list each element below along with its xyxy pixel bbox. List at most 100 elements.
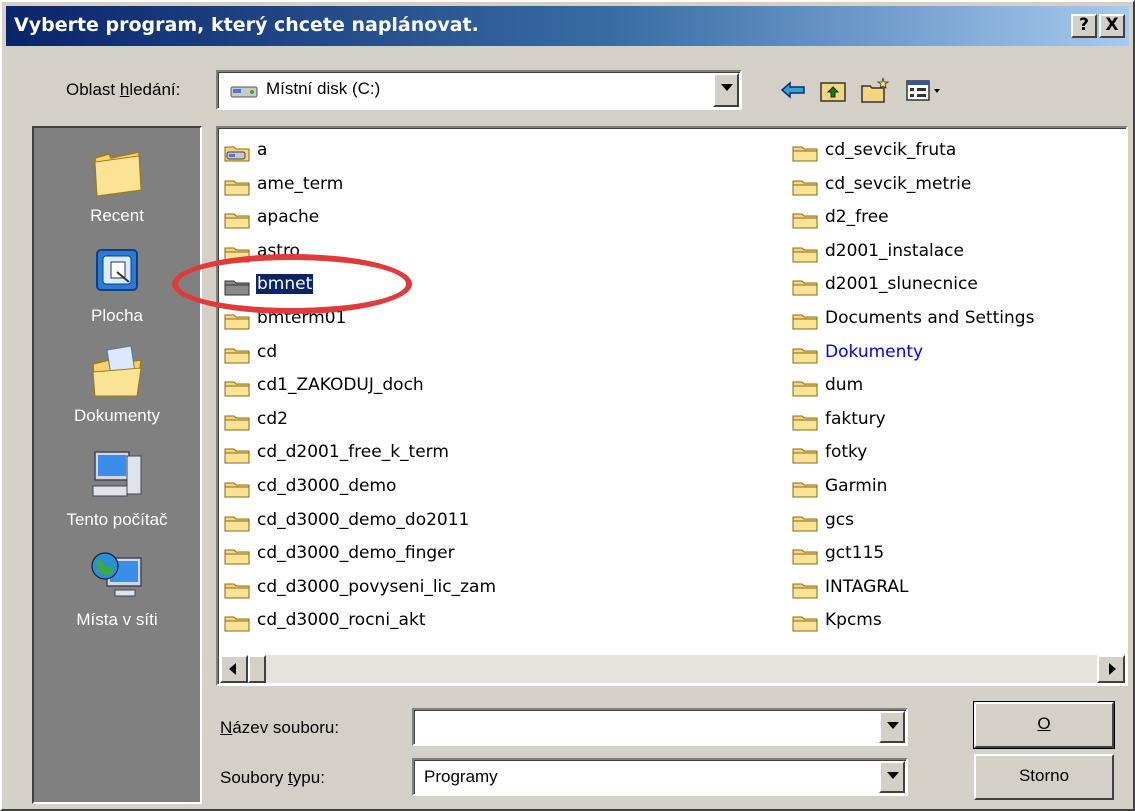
folder-icon xyxy=(792,381,818,397)
folder-icon xyxy=(224,348,250,364)
file-item-name: Garmin xyxy=(825,475,888,496)
place-recent-label: Recent xyxy=(90,206,144,225)
drive-folder-icon xyxy=(224,146,250,162)
lookin-dropdown[interactable]: Místní disk (C:) xyxy=(216,70,742,110)
file-item-name: cd2 xyxy=(257,408,288,429)
new-folder-icon[interactable] xyxy=(860,76,890,104)
file-item-name: cd xyxy=(257,341,278,362)
place-desktop-label: Plocha xyxy=(91,306,143,325)
open-button[interactable]: Otevřít xyxy=(973,701,1115,773)
file-item-name: faktury xyxy=(825,408,886,429)
folder-icon xyxy=(792,213,818,229)
folder-icon xyxy=(792,348,818,364)
file-item-name: Kpcms xyxy=(825,610,882,631)
place-network[interactable]: Místa v síti xyxy=(34,546,200,630)
folder-icon xyxy=(792,516,818,532)
filename-label: Název souboru: xyxy=(220,718,340,737)
file-item-name: cd_d3000_rocni_akt xyxy=(257,610,426,631)
folder-icon xyxy=(224,314,250,330)
file-item-name: apache xyxy=(257,207,320,228)
folder-icon xyxy=(792,247,818,263)
my-computer-icon xyxy=(92,451,142,497)
filename-dropdown-arrow[interactable] xyxy=(879,711,905,743)
folder-icon xyxy=(792,583,818,599)
file-item-name: gct115 xyxy=(825,543,885,564)
folder-icon xyxy=(224,180,250,196)
folder-icon xyxy=(792,146,818,162)
folder-icon xyxy=(792,180,818,196)
help-button[interactable]: ? xyxy=(1071,14,1097,38)
file-item-name: ame_term xyxy=(257,173,344,194)
file-item-name: cd_d3000_demo xyxy=(257,475,397,496)
file-item-name: a xyxy=(257,140,268,160)
window-title: Vyberte program, který chcete naplánovat… xyxy=(14,14,479,36)
folder-icon xyxy=(224,280,250,296)
folder-icon xyxy=(224,549,250,565)
place-documents-label: Dokumenty xyxy=(74,406,160,425)
filetype-value: Programy xyxy=(424,767,498,786)
filetype-dropdown-arrow[interactable] xyxy=(879,761,905,793)
scroll-thumb[interactable] xyxy=(248,655,266,683)
file-item-name: Documents and Settings xyxy=(825,307,1035,328)
file-item-name: cd_sevcik_fruta xyxy=(825,140,957,160)
lookin-label: Oblast hledání: xyxy=(66,80,181,99)
folder-icon xyxy=(792,448,818,464)
file-item-name: INTAGRAL xyxy=(825,576,909,597)
place-network-label: Místa v síti xyxy=(76,610,158,629)
file-item-name: d2001_slunecnice xyxy=(825,274,978,295)
lookin-value: Místní disk (C:) xyxy=(266,79,381,98)
folder-icon xyxy=(792,616,818,632)
folder-icon xyxy=(224,482,250,498)
file-open-dialog: Vyberte program, který chcete naplánovat… xyxy=(0,0,1135,811)
recent-folder-icon xyxy=(94,151,142,197)
hard-drive-icon xyxy=(230,86,258,98)
folder-icon xyxy=(224,213,250,229)
up-folder-icon[interactable] xyxy=(818,76,848,104)
place-documents[interactable]: Dokumenty xyxy=(34,342,200,426)
folder-icon xyxy=(792,482,818,498)
lookin-dropdown-arrow[interactable] xyxy=(713,73,739,107)
scroll-left-button[interactable] xyxy=(220,655,248,683)
file-item-name: cd_d3000_demo_finger xyxy=(257,543,455,564)
place-desktop[interactable]: Plocha xyxy=(34,242,200,326)
file-list[interactable]: a ame_termapache astro bmnet bmterm01 cd cd1_Z… xyxy=(216,126,1128,686)
file-item-name: cd_d2001_free_k_term xyxy=(257,442,449,463)
filename-input[interactable] xyxy=(412,708,908,746)
folder-icon xyxy=(792,314,818,330)
title-bar[interactable]: Vyberte program, který chcete naplánovat… xyxy=(6,6,1129,46)
back-icon[interactable] xyxy=(778,76,808,104)
filetype-dropdown[interactable]: Programy xyxy=(412,758,908,796)
filetype-label: Soubory typu: xyxy=(220,768,325,787)
file-item-name: bmterm01 xyxy=(257,307,347,328)
place-mycomputer[interactable]: Tento počítač xyxy=(34,446,200,530)
file-item-name: d2_free xyxy=(825,207,889,228)
file-item-name: cd_sevcik_metrie xyxy=(825,173,972,194)
file-item-name: Dokumenty xyxy=(825,341,924,362)
my-documents-icon xyxy=(92,345,142,397)
folder-icon xyxy=(224,516,250,532)
folder-icon xyxy=(224,247,250,263)
horizontal-scrollbar[interactable] xyxy=(220,655,1125,683)
folder-icon xyxy=(224,381,250,397)
file-item-name: dum xyxy=(825,375,864,396)
place-recent[interactable]: Recent xyxy=(34,142,200,226)
file-item-name: cd_d3000_demo_do2011 xyxy=(257,509,470,530)
network-places-icon xyxy=(91,552,142,597)
file-item-name: d2001_instalace xyxy=(825,240,964,261)
scroll-right-button[interactable] xyxy=(1097,655,1125,683)
folder-icon xyxy=(224,616,250,632)
folder-icon xyxy=(792,415,818,431)
close-button[interactable]: X xyxy=(1099,14,1125,38)
desktop-icon xyxy=(96,249,138,291)
places-bar: Recent Plocha Dokumenty Tento počítač Mí… xyxy=(32,126,202,804)
file-item-name: gcs xyxy=(825,509,854,530)
folder-icon xyxy=(792,280,818,296)
folder-icon xyxy=(224,448,250,464)
folder-icon xyxy=(224,415,250,431)
folder-icon xyxy=(792,549,818,565)
file-item-name: astro xyxy=(257,240,300,261)
cancel-button[interactable]: Storno xyxy=(974,754,1114,800)
view-menu-icon[interactable] xyxy=(904,76,952,104)
file-item-name: bmnet xyxy=(254,273,315,296)
file-item-name: cd1_ZAKODUJ_doch xyxy=(257,375,424,396)
